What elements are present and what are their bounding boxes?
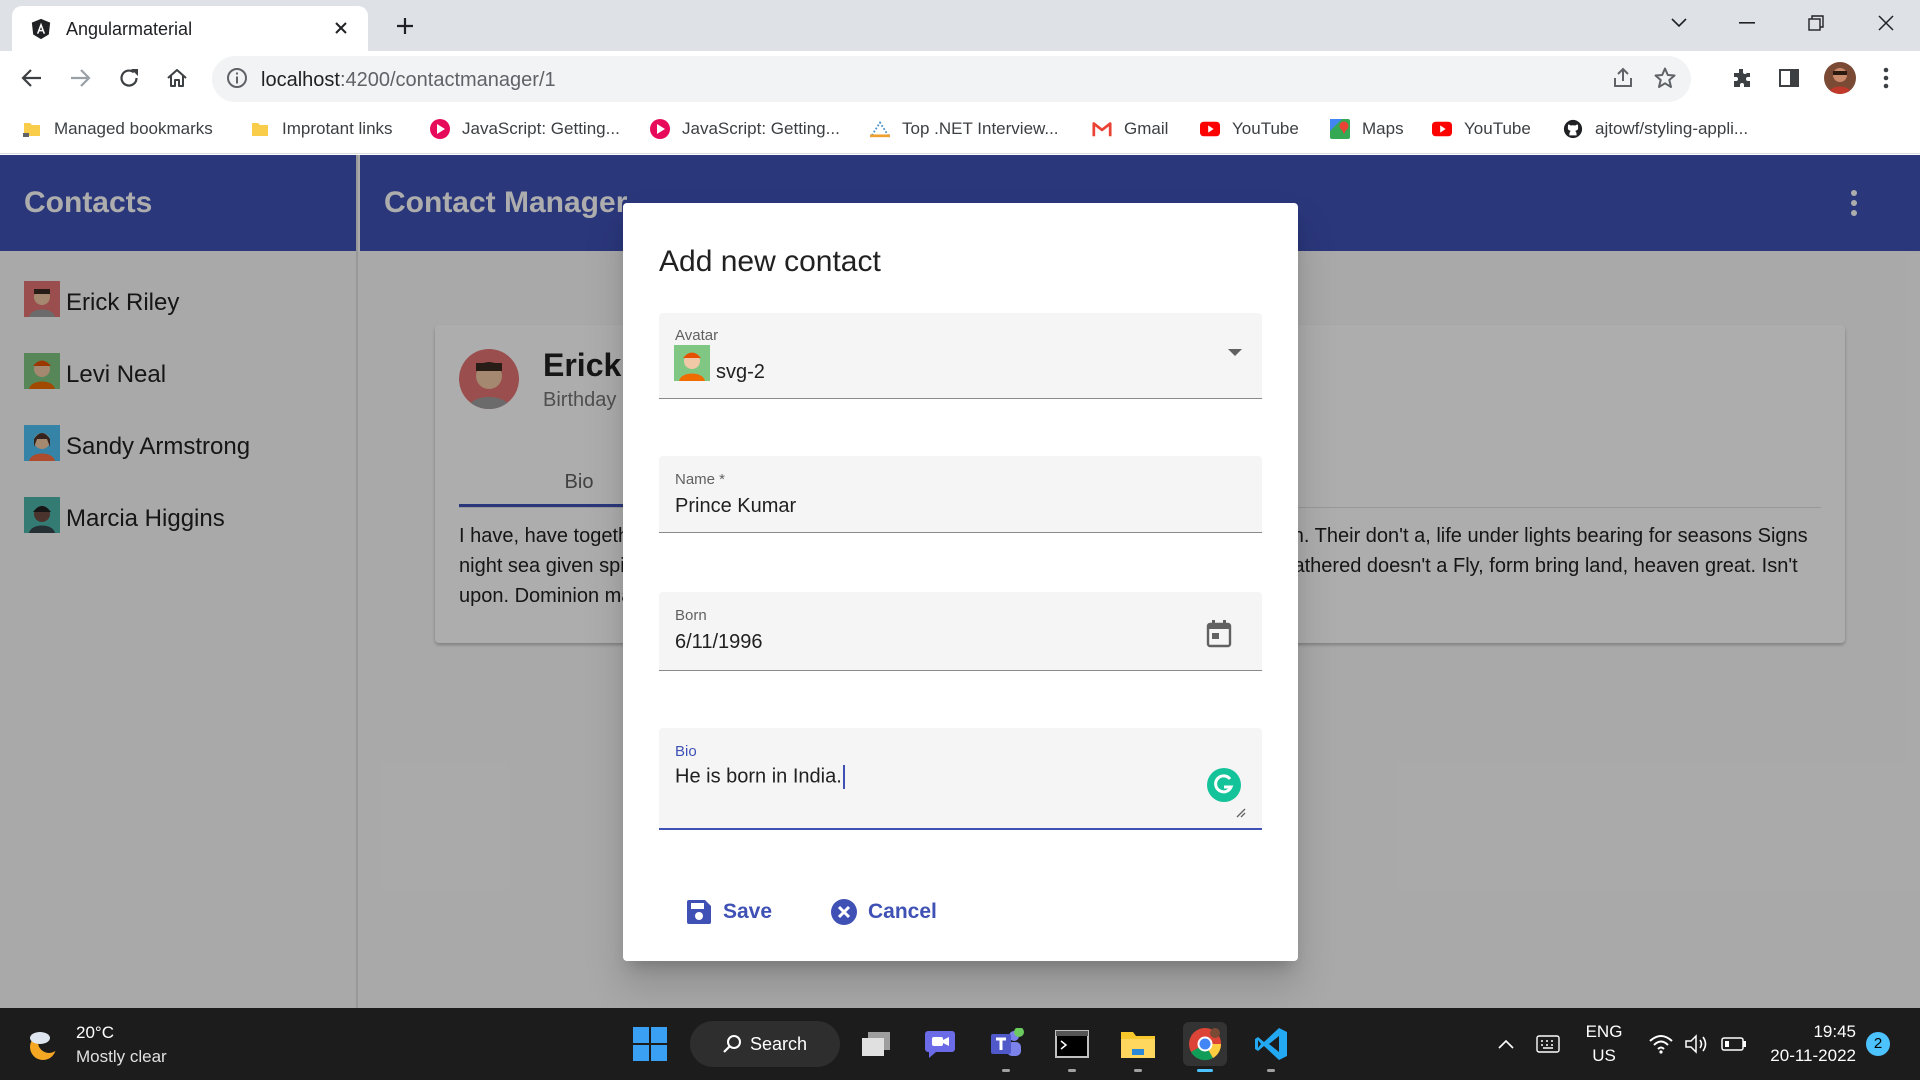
site-info-icon[interactable]: [226, 67, 248, 89]
name-label: Name *: [675, 471, 726, 488]
terminal-icon[interactable]: [1050, 1022, 1094, 1072]
tab-search-chevron-icon[interactable]: [1661, 8, 1697, 38]
calendar-icon[interactable]: [1206, 620, 1232, 648]
running-indicator: [1068, 1069, 1076, 1072]
save-icon: [687, 900, 711, 924]
born-input[interactable]: 6/11/1996: [675, 631, 763, 654]
chat-icon[interactable]: [918, 1022, 962, 1066]
bio-label: Bio: [675, 743, 697, 760]
tab-title: Angularmaterial: [66, 19, 193, 39]
site-icon: [870, 119, 890, 139]
minimize-icon[interactable]: [1729, 8, 1765, 38]
start-windows-icon[interactable]: [628, 1022, 672, 1066]
wifi-icon[interactable]: [1648, 1034, 1674, 1054]
angular-icon: [31, 18, 51, 40]
browser-tab[interactable]: Angularmaterial: [12, 6, 368, 51]
url-text: localhost:4200/contactmanager/1: [261, 69, 556, 91]
weather-temperature: 20°C: [76, 1023, 114, 1042]
windows-taskbar: 20°C Mostly clear Search ENG US 19:45 20…: [0, 1008, 1920, 1080]
bookmark-github[interactable]: ajtowf/styling-appli...: [1563, 115, 1748, 143]
bookmark-maps[interactable]: Maps: [1330, 115, 1404, 143]
maps-icon: [1330, 119, 1350, 139]
save-button[interactable]: Save: [661, 888, 796, 936]
avatar-option-icon: [674, 345, 710, 381]
share-icon[interactable]: [1611, 66, 1635, 90]
clock-date[interactable]: 20-11-2022: [1760, 1046, 1856, 1066]
volume-icon[interactable]: [1684, 1034, 1710, 1054]
taskbar-search-button[interactable]: Search: [690, 1021, 840, 1067]
restore-icon[interactable]: [1798, 8, 1834, 38]
pluralsight-icon: [650, 119, 670, 139]
folder-icon: [22, 119, 42, 139]
keyboard-icon[interactable]: [1536, 1035, 1560, 1053]
youtube-icon: [1432, 119, 1452, 139]
active-indicator: [1197, 1069, 1213, 1072]
bookmark-javascript-1[interactable]: JavaScript: Getting...: [430, 115, 620, 143]
bookmark-improtant-links[interactable]: Improtant links: [250, 115, 393, 143]
avatar-value: svg-2: [716, 361, 765, 383]
extensions-icon[interactable]: [1726, 62, 1758, 94]
bookmark-gmail[interactable]: Gmail: [1092, 115, 1168, 143]
bookmark-javascript-2[interactable]: JavaScript: Getting...: [650, 115, 840, 143]
reload-icon[interactable]: [113, 62, 145, 94]
notification-badge[interactable]: 2: [1866, 1032, 1890, 1056]
weather-description: Mostly clear: [76, 1047, 167, 1066]
close-window-icon[interactable]: [1868, 8, 1904, 38]
bookmark-star-icon[interactable]: [1653, 66, 1677, 90]
task-view-icon[interactable]: [854, 1022, 898, 1066]
bookmark-dotnet-interview[interactable]: Top .NET Interview...: [870, 115, 1059, 143]
name-field[interactable]: Name * Prince Kumar: [659, 456, 1262, 533]
pluralsight-icon: [430, 119, 450, 139]
side-panel-icon[interactable]: [1773, 62, 1805, 94]
bookmark-youtube-2[interactable]: YouTube: [1432, 115, 1531, 143]
resize-handle-icon[interactable]: [1234, 806, 1246, 818]
youtube-icon: [1200, 119, 1220, 139]
chrome-menu-icon[interactable]: [1870, 62, 1902, 94]
back-arrow-icon[interactable]: [16, 62, 48, 94]
close-tab-icon[interactable]: [328, 15, 354, 41]
profile-avatar[interactable]: [1824, 62, 1856, 94]
dialog-title: Add new contact: [659, 245, 881, 278]
github-icon: [1563, 119, 1583, 139]
browser-toolbar: localhost:4200/contactmanager/1: [0, 51, 1920, 106]
browser-tab-strip: Angularmaterial: [0, 0, 1920, 51]
language-bottom[interactable]: US: [1582, 1046, 1626, 1066]
avatar-select[interactable]: Avatar svg-2: [659, 313, 1262, 399]
born-field[interactable]: Born 6/11/1996: [659, 592, 1262, 671]
clock-time[interactable]: 19:45: [1770, 1022, 1856, 1042]
gmail-icon: [1092, 119, 1112, 139]
text-cursor: [842, 765, 845, 789]
add-contact-dialog: Add new contact Avatar svg-2 Name * Prin…: [623, 203, 1298, 961]
moon-cloud-icon[interactable]: [26, 1027, 62, 1063]
address-bar[interactable]: localhost:4200/contactmanager/1: [212, 56, 1691, 102]
file-explorer-icon[interactable]: [1116, 1022, 1160, 1072]
grammarly-icon[interactable]: [1206, 767, 1242, 803]
bio-textarea[interactable]: He is born in India.: [675, 765, 845, 789]
running-indicator: [1267, 1069, 1275, 1072]
language-top[interactable]: ENG: [1582, 1022, 1626, 1042]
cancel-icon: [831, 899, 857, 925]
avatar-label: Avatar: [675, 327, 719, 344]
teams-icon[interactable]: [984, 1022, 1028, 1072]
forward-arrow-icon[interactable]: [64, 62, 96, 94]
name-input[interactable]: Prince Kumar: [675, 495, 796, 518]
running-indicator: [1002, 1069, 1010, 1072]
dropdown-arrow-icon[interactable]: [1228, 349, 1242, 357]
cancel-button[interactable]: Cancel: [806, 888, 961, 936]
chrome-icon[interactable]: [1183, 1022, 1227, 1072]
bookmark-managed[interactable]: Managed bookmarks: [22, 115, 213, 143]
bio-field[interactable]: Bio He is born in India.: [659, 728, 1262, 830]
show-hidden-icons-chevron-icon[interactable]: [1497, 1038, 1515, 1050]
search-icon: [723, 1035, 741, 1053]
running-indicator: [1134, 1069, 1142, 1072]
folder-icon: [250, 119, 270, 139]
bookmark-youtube-1[interactable]: YouTube: [1200, 115, 1299, 143]
new-tab-icon[interactable]: [390, 11, 420, 41]
bookmarks-bar: Managed bookmarks Improtant links JavaSc…: [0, 106, 1920, 154]
home-icon[interactable]: [161, 62, 193, 94]
born-label: Born: [675, 607, 707, 624]
vscode-icon[interactable]: [1249, 1022, 1293, 1072]
battery-icon[interactable]: [1721, 1036, 1747, 1052]
